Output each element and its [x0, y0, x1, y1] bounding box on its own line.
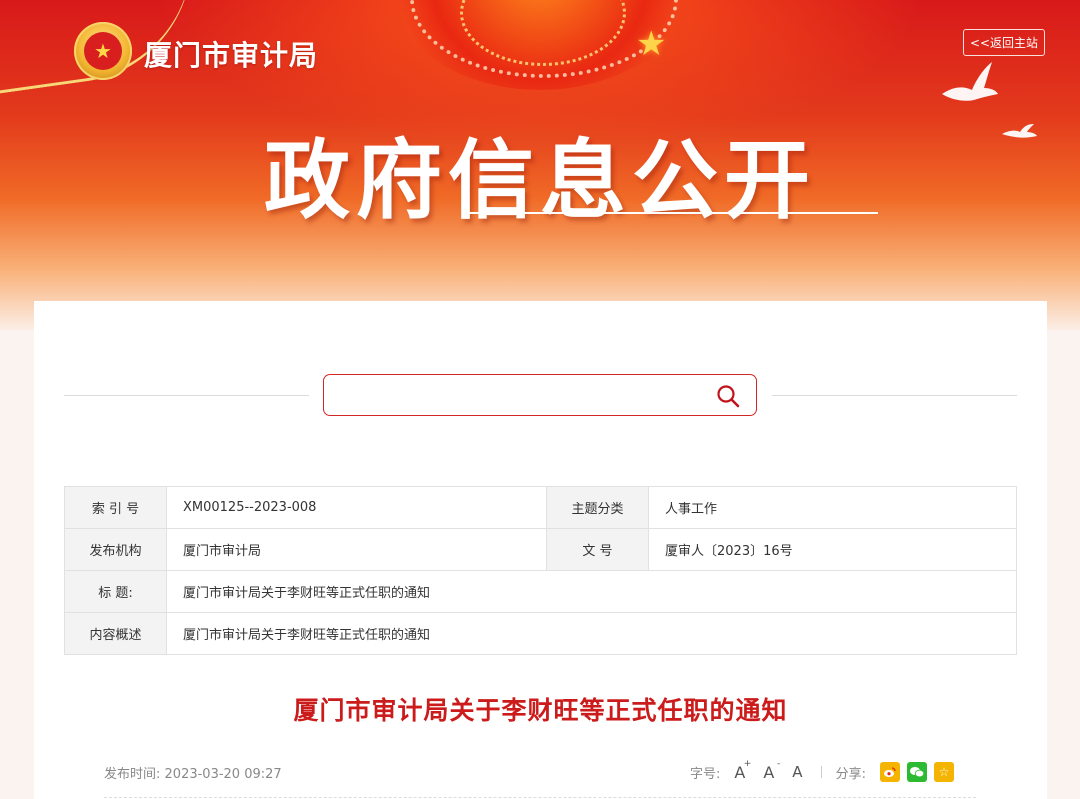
meta-label: 发布机构: [64, 528, 167, 571]
meta-label: 标 题:: [64, 570, 167, 613]
search-icon[interactable]: [716, 384, 740, 408]
meta-label: 主题分类: [546, 486, 649, 529]
meta-value: 厦门市审计局: [166, 528, 547, 571]
meta-label: 内容概述: [64, 612, 167, 655]
star-icon[interactable]: ☆: [933, 762, 954, 782]
site-name[interactable]: 厦门市审计局: [144, 34, 318, 74]
publish-time: 2023-03-20 09:27: [164, 767, 282, 782]
search-box: [323, 374, 757, 416]
meta-label: 文 号: [546, 528, 649, 571]
meta-row: 发布机构 厦门市审计局 文 号 厦审人〔2023〕16号: [64, 528, 1017, 571]
meta-value: 厦门市审计局关于李财旺等正式任职的通知: [166, 612, 1017, 655]
document-meta-table: 索 引 号 XM00125--2023-008 主题分类 人事工作 发布机构 厦…: [64, 486, 1017, 655]
meta-label: 索 引 号: [64, 486, 167, 529]
search-input[interactable]: [334, 383, 708, 409]
header-banner: ★ ★ 厦门市审计局 <<返回主站 政府信息公开: [0, 0, 1080, 330]
meta-row: 标 题: 厦门市审计局关于李财旺等正式任职的通知: [64, 570, 1017, 613]
font-size-medium-button[interactable]: A-: [763, 759, 780, 782]
publish-label: 发布时间:: [104, 767, 161, 782]
publish-info: 发布时间: 2023-03-20 09:27: [104, 763, 282, 782]
meta-value: 厦审人〔2023〕16号: [648, 528, 1017, 571]
banner-title-underline: [466, 212, 878, 214]
meta-row: 索 引 号 XM00125--2023-008 主题分类 人事工作: [64, 486, 1017, 529]
font-size-large-button[interactable]: A +: [734, 759, 751, 782]
font-size-reset-button[interactable]: A: [792, 763, 802, 781]
divider-left: [64, 395, 309, 396]
national-emblem-icon: ★: [74, 22, 132, 80]
meta-value: 厦门市审计局关于李财旺等正式任职的通知: [166, 570, 1017, 613]
separator: [820, 766, 822, 778]
banner-title: 政府信息公开: [264, 131, 816, 231]
article-tools: 字号: A + A- A 分享: ☆: [690, 759, 954, 785]
share-label: 分享:: [835, 766, 866, 782]
weibo-icon[interactable]: [879, 762, 900, 782]
wechat-icon[interactable]: [906, 762, 927, 782]
dove-icon: [942, 62, 998, 101]
divider-dashed: [104, 797, 976, 798]
meta-row: 内容概述 厦门市审计局关于李财旺等正式任职的通知: [64, 612, 1017, 655]
article-title: 厦门市审计局关于李财旺等正式任职的通知: [293, 696, 788, 725]
meta-value: XM00125--2023-008: [166, 486, 547, 529]
divider-right: [772, 395, 1017, 396]
star-icon: ★: [636, 24, 667, 64]
font-size-label: 字号:: [690, 766, 721, 782]
content-card: 索 引 号 XM00125--2023-008 主题分类 人事工作 发布机构 厦…: [34, 301, 1047, 799]
meta-value: 人事工作: [648, 486, 1017, 529]
back-to-main-site-link[interactable]: <<返回主站: [963, 29, 1045, 56]
